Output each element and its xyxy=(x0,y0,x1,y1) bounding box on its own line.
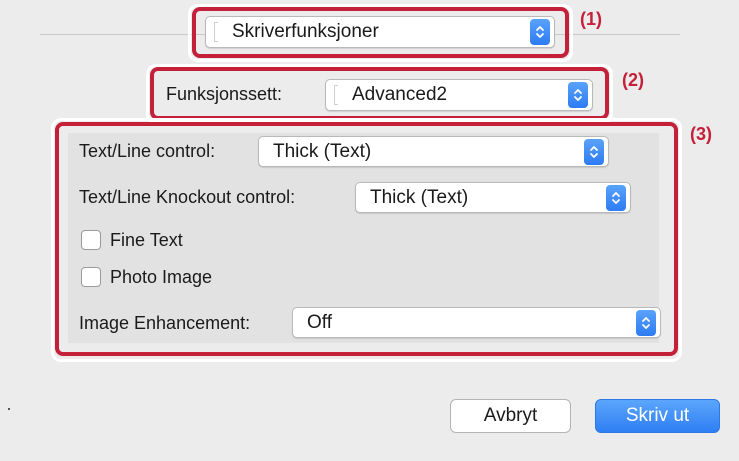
text-line-control-value: Thick (Text) xyxy=(273,140,372,162)
text-line-knockout-value: Thick (Text) xyxy=(370,186,469,208)
panel-select-value: Skriverfunksjoner xyxy=(232,21,379,42)
fine-text-label: Fine Text xyxy=(110,230,183,250)
image-enhancement-label: Image Enhancement: xyxy=(79,313,251,333)
up-down-chevron-icon[interactable] xyxy=(568,82,588,108)
up-down-chevron-icon[interactable] xyxy=(584,138,604,165)
image-enhancement-value: Off xyxy=(307,311,332,333)
feature-set-select[interactable]: Advanced2 xyxy=(325,79,593,111)
up-down-chevron-icon[interactable] xyxy=(530,19,550,45)
up-down-chevron-icon[interactable] xyxy=(606,184,626,211)
photo-image-label: Photo Image xyxy=(110,267,213,287)
photo-image-checkbox[interactable] xyxy=(81,267,101,287)
callout-2: (2) xyxy=(622,70,644,90)
text-line-knockout-label: Text/Line Knockout control: xyxy=(79,187,296,207)
cancel-button[interactable]: Avbryt xyxy=(450,399,571,433)
text-line-knockout-select[interactable]: Thick (Text) xyxy=(355,182,631,213)
up-down-chevron-icon[interactable] xyxy=(636,309,656,336)
panel-select[interactable]: Skriverfunksjoner xyxy=(205,16,555,48)
fine-text-checkbox[interactable] xyxy=(81,230,101,250)
feature-set-label: Funksjonssett: xyxy=(166,84,283,104)
callout-1: (1) xyxy=(580,9,602,29)
text-line-control-select[interactable]: Thick (Text) xyxy=(258,136,609,167)
image-enhancement-select[interactable]: Off xyxy=(292,307,661,338)
callout-3: (3) xyxy=(690,124,712,144)
window-edge-mark xyxy=(8,408,10,410)
feature-set-value: Advanced2 xyxy=(352,84,448,105)
print-button[interactable]: Skriv ut xyxy=(595,399,720,433)
text-line-control-label: Text/Line control: xyxy=(79,141,216,161)
